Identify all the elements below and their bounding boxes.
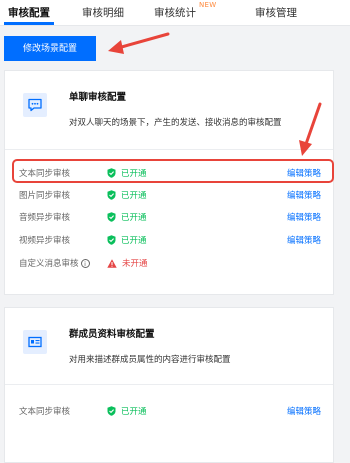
- row-label-audio-async: 音频异步审核: [19, 213, 71, 223]
- edit-scene-config-button[interactable]: 修改场景配置: [4, 36, 96, 61]
- tab-review-details[interactable]: 审核明细: [82, 5, 124, 20]
- tab-review-config[interactable]: 审核配置: [8, 5, 50, 20]
- tab-review-stats[interactable]: 审核统计: [154, 5, 196, 20]
- status-text: 已开通: [121, 407, 147, 417]
- tab-review-management[interactable]: 审核管理: [255, 5, 297, 20]
- shield-check-icon: [107, 235, 116, 245]
- warning-triangle-icon: [107, 259, 117, 268]
- id-card-icon: [23, 330, 47, 354]
- status-text-sync: 已开通: [107, 405, 147, 417]
- group-member-title: 群成员资料审核配置: [69, 329, 155, 340]
- single-chat-title: 单聊审核配置: [69, 92, 127, 103]
- edit-policy-link-text-sync[interactable]: 编辑策略: [287, 405, 321, 417]
- card-divider: [5, 384, 333, 385]
- annotation-highlight-box: [12, 159, 334, 183]
- status-audio-async: 已开通: [107, 211, 147, 223]
- status-text: 已开通: [121, 236, 147, 246]
- status-image-sync: 已开通: [107, 189, 147, 201]
- status-custom-message: 未开通: [107, 257, 148, 269]
- edit-policy-link-image-sync[interactable]: 编辑策略: [287, 189, 321, 201]
- group-member-config-card: 群成员资料审核配置 对用来描述群成员属性的内容进行审核配置 文本同步审核 已开通…: [4, 307, 334, 463]
- tab-bar: 审核配置 审核明细 审核统计 NEW 审核管理: [0, 0, 350, 26]
- shield-check-icon: [107, 406, 116, 416]
- new-badge: NEW: [199, 1, 217, 9]
- row-label-custom-message: 自定义消息审核 i: [19, 257, 90, 269]
- row-label-video-async: 视频异步审核: [19, 236, 71, 246]
- card-divider: [5, 149, 333, 150]
- shield-check-icon: [107, 190, 116, 200]
- chat-bubble-icon: [23, 93, 47, 117]
- help-circle-icon[interactable]: i: [80, 259, 90, 268]
- row-label-text: 自定义消息审核: [19, 259, 79, 269]
- status-text: 已开通: [121, 191, 147, 201]
- single-chat-description: 对双人聊天的场景下，产生的发送、接收消息的审核配置: [69, 118, 282, 128]
- row-label-image-sync: 图片同步审核: [19, 191, 71, 201]
- shield-check-icon: [107, 212, 116, 222]
- active-tab-indicator: [4, 22, 54, 25]
- status-text: 已开通: [121, 213, 147, 223]
- edit-policy-link-video-async[interactable]: 编辑策略: [287, 234, 321, 246]
- status-video-async: 已开通: [107, 234, 147, 246]
- annotation-arrow-left: [108, 32, 170, 54]
- edit-policy-link-audio-async[interactable]: 编辑策略: [287, 211, 321, 223]
- status-text: 未开通: [122, 259, 148, 269]
- row-label-text-sync: 文本同步审核: [19, 407, 71, 417]
- group-member-description: 对用来描述群成员属性的内容进行审核配置: [69, 355, 231, 365]
